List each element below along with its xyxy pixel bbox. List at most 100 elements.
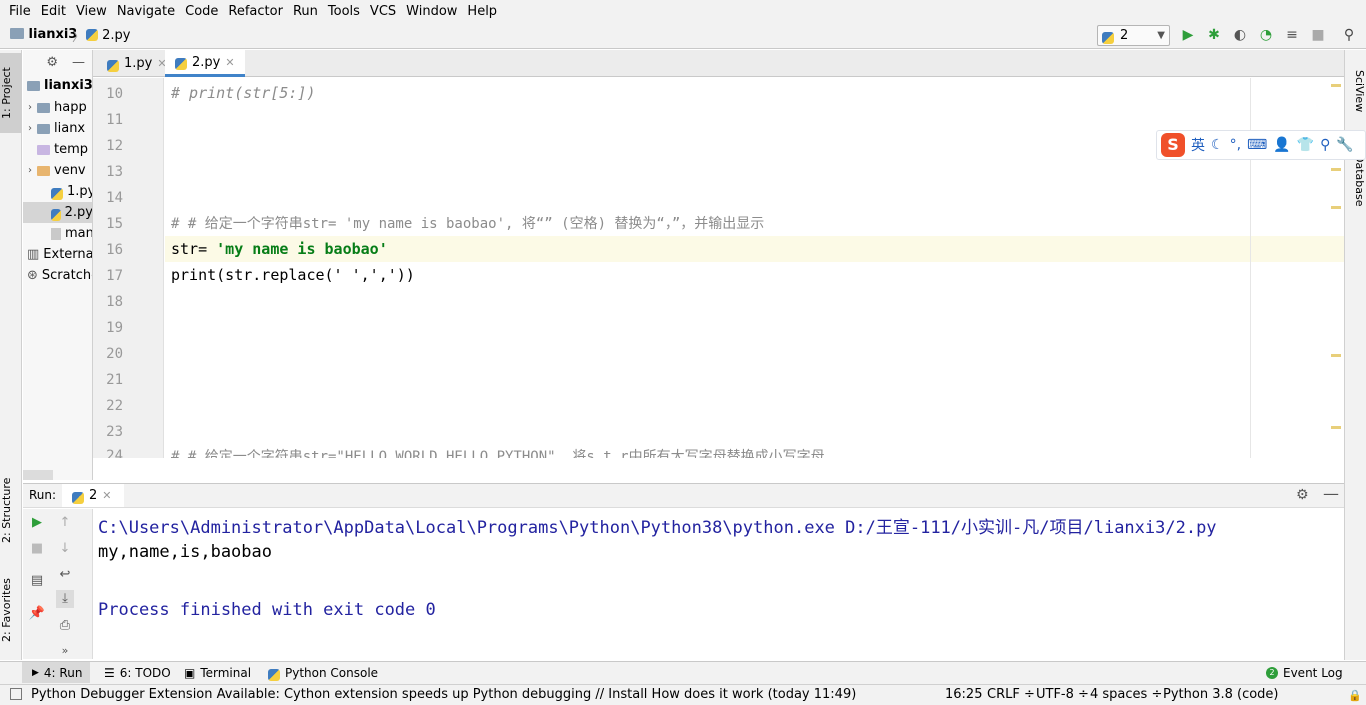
line-number: 12 bbox=[106, 138, 123, 154]
menu-navigate[interactable]: Navigate bbox=[112, 4, 180, 19]
error-stripe-marker[interactable] bbox=[1331, 426, 1341, 429]
folder-icon bbox=[37, 102, 50, 113]
line-number: 17 bbox=[106, 268, 123, 284]
tree-item-2py[interactable]: 2.py bbox=[23, 202, 92, 223]
gear-icon[interactable]: ⚙ bbox=[46, 55, 58, 70]
run-icon[interactable]: ▶ bbox=[1179, 26, 1197, 44]
coverage-icon[interactable]: ◐ bbox=[1231, 26, 1249, 44]
close-icon[interactable]: ✕ bbox=[225, 56, 234, 69]
breadcrumb-separator-icon: 〉 bbox=[72, 30, 86, 45]
python-file-icon bbox=[1102, 31, 1114, 44]
tree-item-venv[interactable]: › venv bbox=[23, 160, 86, 181]
menu-vcs[interactable]: VCS bbox=[365, 4, 401, 19]
skin-icon[interactable]: 👕 bbox=[1297, 137, 1314, 153]
tool-tab-sciview[interactable]: SciView bbox=[1344, 60, 1366, 122]
line-number: 16 bbox=[106, 242, 123, 258]
keyboard-icon[interactable]: ⌨ bbox=[1247, 137, 1267, 153]
user-icon[interactable]: 👤 bbox=[1273, 137, 1290, 153]
lock-icon[interactable]: 🔒 bbox=[1348, 689, 1362, 702]
print-icon[interactable]: ⎙ bbox=[56, 617, 74, 635]
status-line-separator[interactable]: CRLF ÷ bbox=[987, 687, 1035, 702]
tool-tab-run[interactable]: ▶ 4: Run bbox=[22, 662, 90, 683]
pin-icon[interactable]: 📌 bbox=[28, 605, 46, 623]
rerun-icon[interactable]: ▶ bbox=[28, 514, 46, 532]
menu-refactor[interactable]: Refactor bbox=[223, 4, 288, 19]
python-file-icon bbox=[175, 58, 187, 70]
tree-item-lianx[interactable]: › lianx bbox=[23, 118, 85, 139]
error-stripe-marker[interactable] bbox=[1331, 354, 1341, 357]
menu-run[interactable]: Run bbox=[288, 4, 323, 19]
code-line-24: # # 给定一个字符串str="HELLO WORLD HELLO PYTHON… bbox=[171, 449, 825, 458]
debug-icon[interactable]: ✱ bbox=[1205, 26, 1223, 44]
search-icon[interactable]: ⚲ bbox=[1340, 26, 1358, 44]
python-file-icon bbox=[51, 187, 63, 200]
error-stripe-marker[interactable] bbox=[1331, 206, 1341, 209]
status-encoding[interactable]: UTF-8 ÷ bbox=[1036, 687, 1089, 702]
breadcrumb-project[interactable]: lianxi3 bbox=[10, 27, 77, 42]
arrow-up-icon[interactable]: ↑ bbox=[56, 514, 74, 532]
layout-icon[interactable]: ▤ bbox=[28, 572, 46, 590]
ime-language-toggle[interactable]: 英 bbox=[1191, 135, 1205, 155]
tree-item-1py[interactable]: 1.py bbox=[23, 181, 92, 202]
tree-item-root[interactable]: lianxi3 bbox=[27, 75, 92, 96]
status-toggle-icon[interactable] bbox=[10, 688, 22, 700]
menu-help[interactable]: Help bbox=[462, 4, 502, 19]
stop-icon[interactable]: ■ bbox=[28, 540, 46, 558]
tree-item-scratches[interactable]: ⊛ Scratche bbox=[27, 265, 92, 286]
tool-tab-terminal[interactable]: ▣ Terminal bbox=[184, 664, 251, 682]
tool-tab-project[interactable]: 1: Project bbox=[0, 53, 22, 133]
tool-tab-python-console[interactable]: Python Console bbox=[268, 664, 378, 682]
gear-icon[interactable]: ⚙ bbox=[1296, 487, 1309, 503]
error-stripe-marker[interactable] bbox=[1331, 168, 1341, 171]
tool-tab-favorites[interactable]: 2: Favorites bbox=[0, 570, 22, 650]
status-caret-position[interactable]: 16:25 bbox=[945, 687, 982, 702]
file-icon bbox=[51, 227, 61, 240]
tool-tab-structure[interactable]: 2: Structure bbox=[0, 470, 22, 550]
menu-tools[interactable]: Tools bbox=[323, 4, 365, 19]
folder-icon bbox=[27, 80, 40, 91]
tool-tab-todo[interactable]: ☰ 6: TODO bbox=[104, 664, 171, 682]
soft-wrap-icon[interactable]: ↩ bbox=[56, 566, 74, 584]
chevron-down-icon: ▼ bbox=[1157, 30, 1165, 41]
wrench-icon[interactable]: 🔧 bbox=[1336, 137, 1353, 153]
tree-item-happ[interactable]: › happ bbox=[23, 97, 87, 118]
arrow-down-icon[interactable]: ↓ bbox=[56, 540, 74, 558]
tool-tab-event-log[interactable]: 2 Event Log bbox=[1266, 664, 1343, 682]
library-icon: ▥ bbox=[27, 247, 40, 262]
run-tab[interactable]: 2 ✕ bbox=[62, 484, 124, 507]
scroll-to-end-icon[interactable]: ⤓ bbox=[56, 590, 74, 608]
minimize-icon[interactable]: — bbox=[1323, 484, 1339, 503]
tab-2py[interactable]: 2.py ✕ bbox=[165, 50, 245, 77]
moon-icon[interactable]: ☾ bbox=[1211, 137, 1224, 153]
python-file-icon bbox=[51, 208, 61, 221]
sogou-logo-icon[interactable]: S bbox=[1161, 133, 1185, 157]
menu-file[interactable]: File bbox=[4, 4, 36, 19]
tree-item-external[interactable]: ▥ External bbox=[27, 244, 92, 265]
menu-code[interactable]: Code bbox=[180, 4, 223, 19]
menu-window[interactable]: Window bbox=[401, 4, 462, 19]
status-interpreter[interactable]: Python 3.8 (code) bbox=[1163, 687, 1279, 702]
project-panel: lianxi3 › happ › lianx temp › venv 1.py … bbox=[23, 50, 93, 480]
menu-edit[interactable]: Edit bbox=[36, 4, 71, 19]
tree-item-man[interactable]: man bbox=[23, 223, 92, 244]
run-config-select[interactable]: 2 ▼ bbox=[1097, 25, 1170, 46]
code-line-10: # print(str[5:]) bbox=[171, 84, 316, 102]
project-toolbar: ⚙ — bbox=[23, 50, 93, 75]
minimize-icon[interactable]: — bbox=[72, 55, 85, 70]
profile-icon[interactable]: ◔ bbox=[1257, 26, 1275, 44]
horizontal-scrollbar[interactable] bbox=[23, 470, 53, 480]
concurrency-icon[interactable]: ≡ bbox=[1283, 26, 1301, 44]
error-stripe-marker[interactable] bbox=[1331, 84, 1341, 87]
tree-item-temp[interactable]: temp bbox=[23, 139, 88, 160]
status-indent[interactable]: 4 spaces ÷ bbox=[1090, 687, 1162, 702]
breadcrumb-file[interactable]: 2.py bbox=[86, 27, 131, 43]
menu-view[interactable]: View bbox=[71, 4, 112, 19]
stop-icon[interactable]: ■ bbox=[1309, 26, 1327, 44]
status-message[interactable]: Python Debugger Extension Available: Cyt… bbox=[31, 687, 856, 702]
punctuation-icon[interactable]: °, bbox=[1230, 137, 1241, 153]
chevron-right-icon: › bbox=[28, 102, 32, 113]
more-icon[interactable]: » bbox=[56, 642, 74, 660]
search-icon[interactable]: ⚲ bbox=[1320, 137, 1330, 153]
close-icon[interactable]: ✕ bbox=[102, 489, 111, 502]
folder-icon bbox=[37, 165, 50, 176]
